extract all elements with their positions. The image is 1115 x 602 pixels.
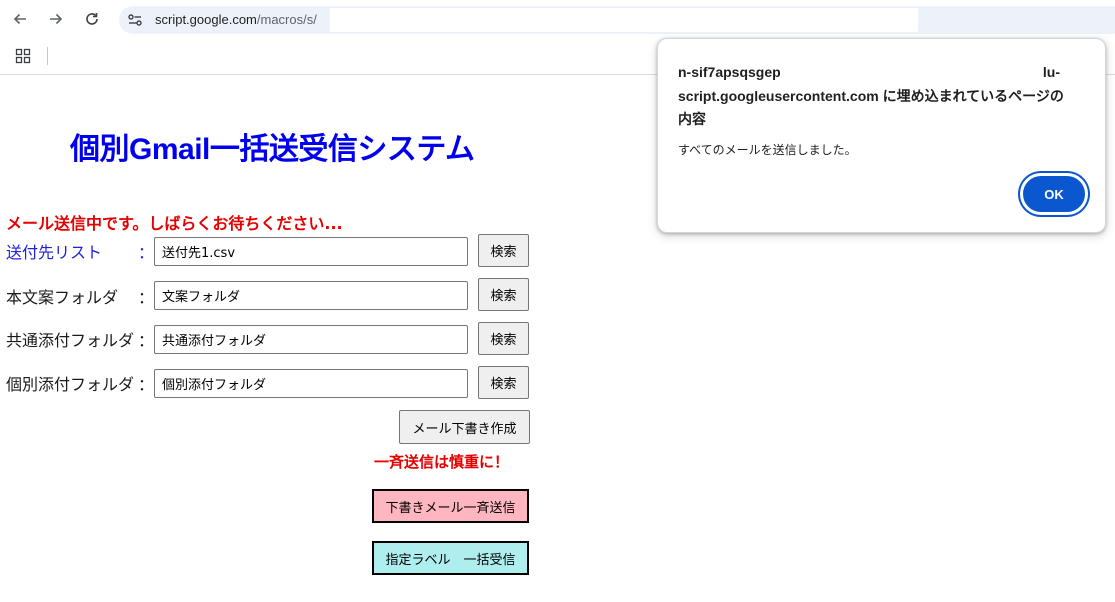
- address-bar[interactable]: script.google.com/macros/s/: [119, 6, 1115, 34]
- back-button[interactable]: [8, 7, 32, 31]
- url-redacted-area: [330, 8, 918, 32]
- common-attachment-folder-input[interactable]: [154, 325, 468, 354]
- recipient-list-colon: ：: [138, 243, 155, 262]
- reload-button[interactable]: [80, 7, 104, 31]
- url-text: script.google.com/macros/s/: [155, 6, 317, 34]
- body-draft-folder-browse-button[interactable]: 検索: [478, 278, 529, 311]
- dialog-origin-part1: n-sif7apsqsgep: [678, 64, 781, 80]
- dialog-origin-line2: script.googleusercontent.com に埋め込まれているペー…: [678, 87, 1064, 104]
- reload-icon: [86, 13, 98, 25]
- dialog-origin-line1: n-sif7apsqsgep lu-: [678, 61, 1088, 85]
- dialog-message: すべてのメールを送信しました。: [678, 143, 857, 157]
- recipient-list-browse-button[interactable]: 検索: [478, 234, 529, 267]
- arrow-left-icon: [13, 13, 26, 25]
- apps-grid-icon[interactable]: [15, 48, 31, 64]
- individual-attachment-folder-label: 個別添付フォルダ: [6, 375, 135, 394]
- page-title: 個別Gmail一括送受信システム: [70, 133, 475, 166]
- bulk-receive-label-button[interactable]: 指定ラベル 一括受信: [372, 541, 529, 575]
- individual-attachment-folder-browse-button[interactable]: 検索: [478, 366, 529, 399]
- dialog-ok-button[interactable]: OK: [1020, 173, 1088, 215]
- dialog-origin-part2: lu-: [1042, 64, 1060, 80]
- individual-attachment-folder-input[interactable]: [154, 369, 468, 398]
- send-warning-message: 一斉送信は慎重に！: [374, 453, 510, 471]
- common-attachment-folder-browse-button[interactable]: 検索: [478, 322, 529, 355]
- recipient-list-label: 送付先リスト: [6, 243, 103, 262]
- dialog-origin-text: n-sif7apsqsgep lu- script.googleusercont…: [678, 61, 1088, 132]
- bookmarks-separator: [47, 47, 48, 65]
- body-draft-folder-input[interactable]: [154, 281, 468, 310]
- common-attachment-folder-colon: ：: [138, 331, 155, 350]
- common-attachment-folder-label: 共通添付フォルダ: [6, 331, 135, 350]
- url-path: /macros/s/: [256, 12, 317, 27]
- forward-button[interactable]: [44, 7, 68, 31]
- body-draft-folder-label: 本文案フォルダ: [6, 288, 119, 307]
- create-draft-button[interactable]: メール下書き作成: [399, 410, 530, 444]
- alert-dialog: n-sif7apsqsgep lu- script.googleusercont…: [657, 38, 1106, 233]
- dialog-origin-line3: 内容: [678, 111, 706, 127]
- arrow-right-icon: [50, 13, 63, 25]
- sending-status-message: メール送信中です。しばらくお待ちください...: [6, 214, 343, 233]
- url-domain: script.google.com: [155, 12, 257, 27]
- individual-attachment-folder-colon: ：: [138, 375, 155, 394]
- recipient-list-input[interactable]: [154, 237, 468, 266]
- site-settings-icon[interactable]: [127, 12, 143, 28]
- browser-toolbar: script.google.com/macros/s/: [0, 0, 1115, 38]
- body-draft-folder-colon: ：: [138, 288, 155, 307]
- bulk-send-drafts-button[interactable]: 下書きメール一斉送信: [372, 489, 529, 523]
